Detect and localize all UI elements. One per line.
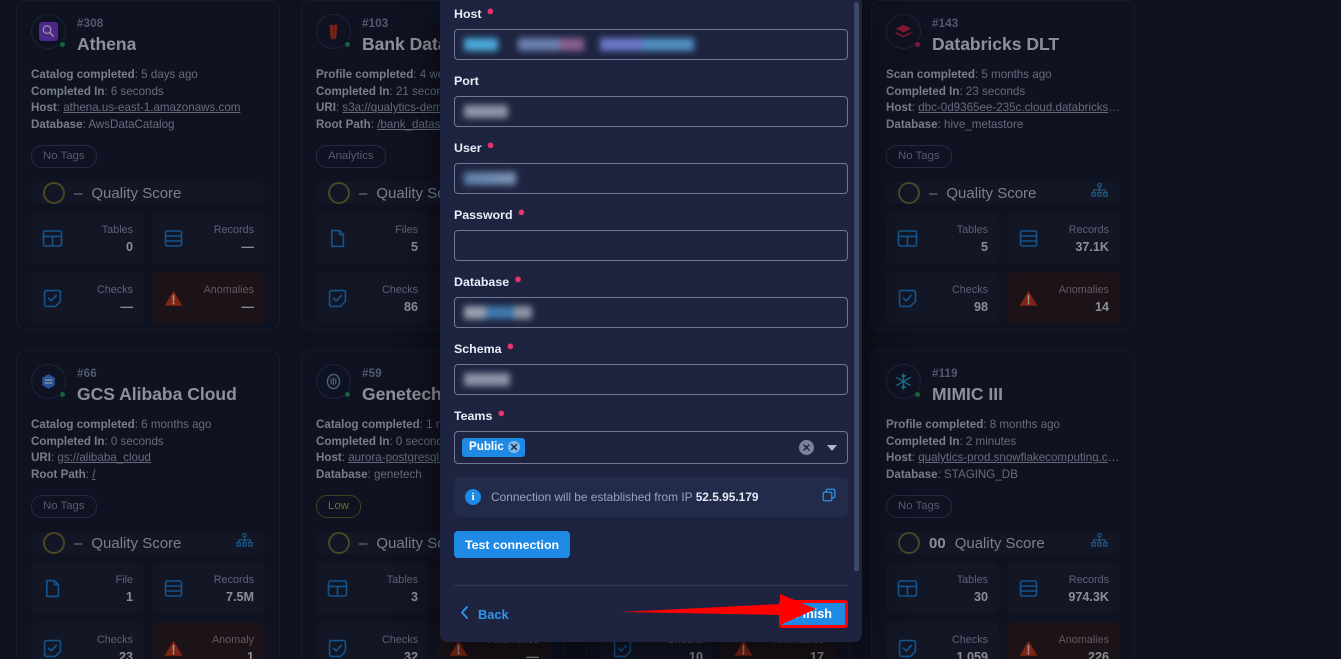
team-chip-public[interactable]: Public xyxy=(462,438,525,457)
required-marker: ● xyxy=(514,271,522,286)
team-chip-label: Public xyxy=(469,440,504,453)
teams-select[interactable]: Public xyxy=(454,431,848,464)
required-marker: ● xyxy=(486,3,495,18)
masked-value xyxy=(464,373,510,386)
chevron-left-icon xyxy=(460,606,469,622)
test-connection-button[interactable]: Test connection xyxy=(454,531,571,558)
masked-value xyxy=(464,306,532,319)
teams-field-group: Teams ● Public xyxy=(454,405,848,464)
connection-ip-text: Connection will be established from IP 5… xyxy=(491,490,759,504)
masked-value xyxy=(464,172,516,185)
schema-field[interactable] xyxy=(454,364,848,395)
port-field[interactable] xyxy=(454,96,848,127)
chevron-down-icon[interactable] xyxy=(827,444,837,451)
connection-ip-info: i Connection will be established from IP… xyxy=(454,477,848,517)
schema-field-label: Schema ● xyxy=(454,338,515,356)
host-field[interactable] xyxy=(454,29,848,60)
connection-ip-value: 52.5.95.179 xyxy=(695,490,759,504)
modal-footer: Back Finish xyxy=(454,585,848,642)
required-marker: ● xyxy=(506,338,515,353)
finish-button[interactable]: Finish xyxy=(778,600,848,628)
user-field[interactable] xyxy=(454,163,848,194)
database-field-label: Database ● xyxy=(454,271,522,289)
required-marker: ● xyxy=(517,204,526,219)
masked-value xyxy=(464,38,694,51)
database-field[interactable] xyxy=(454,297,848,328)
password-field-group: Password ● xyxy=(454,204,848,261)
required-marker: ● xyxy=(486,137,495,152)
copy-icon[interactable] xyxy=(822,488,836,507)
modal-scroll-area[interactable]: Host ● Port User ● Password ● Database ● Schema ● … xyxy=(440,0,862,571)
user-field-group: User ● xyxy=(454,137,848,194)
back-button[interactable]: Back xyxy=(454,602,515,626)
host-field-label: Host ● xyxy=(454,3,495,21)
host-field-group: Host ● xyxy=(454,3,848,60)
masked-value xyxy=(464,105,508,118)
port-field-group: Port xyxy=(454,73,848,127)
enrichment-datastore-modal: Host ● Port User ● Password ● Database ● Schema ● … xyxy=(440,0,862,642)
teams-label: Teams ● xyxy=(454,405,506,423)
back-button-label: Back xyxy=(478,606,509,622)
clear-all-icon[interactable] xyxy=(799,440,814,455)
required-marker: ● xyxy=(497,405,506,420)
database-field-group: Database ● xyxy=(454,271,848,328)
user-field-label: User ● xyxy=(454,137,495,155)
modal-scrollbar[interactable] xyxy=(854,2,859,571)
password-field[interactable] xyxy=(454,230,848,261)
password-field-label: Password ● xyxy=(454,204,526,222)
port-field-label: Port xyxy=(454,74,479,88)
schema-field-group: Schema ● xyxy=(454,338,848,395)
chip-remove-icon[interactable] xyxy=(507,441,520,453)
info-icon: i xyxy=(465,489,481,505)
